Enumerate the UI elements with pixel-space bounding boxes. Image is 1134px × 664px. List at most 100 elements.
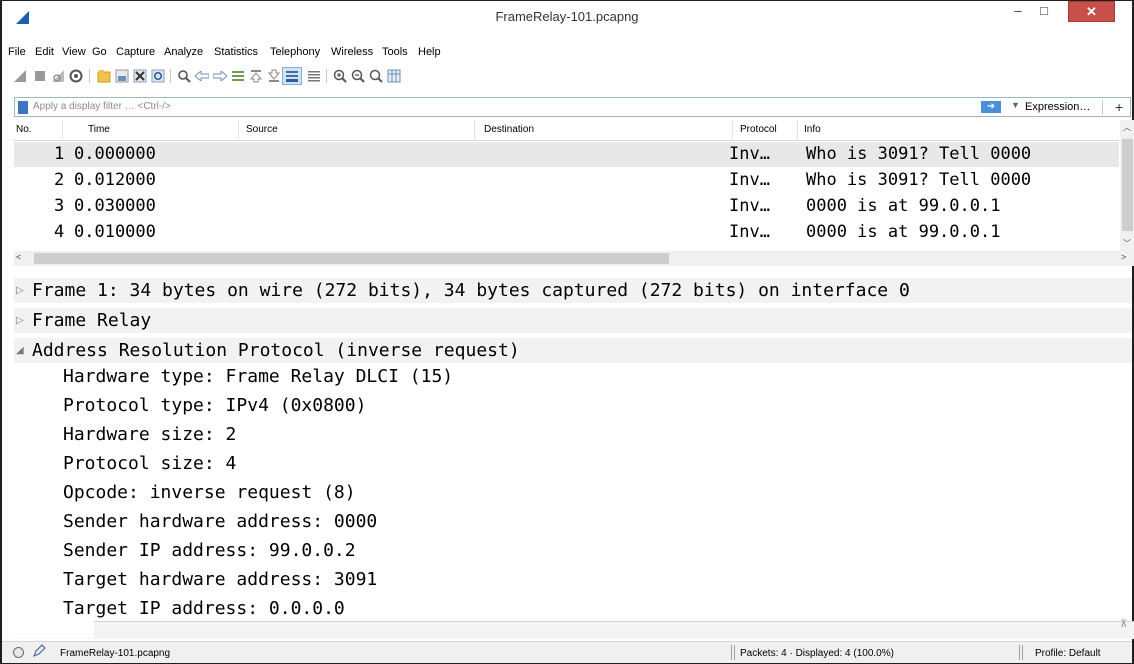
status-divider xyxy=(734,645,735,660)
menu-capture[interactable]: Capture xyxy=(116,46,155,58)
reload-file-icon[interactable] xyxy=(150,67,166,85)
profile-switcher[interactable]: Profile: Default xyxy=(1035,648,1101,659)
column-header-time[interactable]: Time xyxy=(88,124,110,135)
bookmark-icon[interactable] xyxy=(18,101,28,114)
menu-wireless[interactable]: Wireless xyxy=(331,46,373,58)
colorize-icon[interactable] xyxy=(306,67,322,85)
find-packet-icon[interactable] xyxy=(176,67,192,85)
filter-history-chevron-icon[interactable]: ▼ xyxy=(1011,100,1020,110)
tree-field[interactable]: Target hardware address: 3091 xyxy=(14,567,1132,592)
menu-view[interactable]: View xyxy=(62,46,86,58)
tree-item-arp[interactable]: ◢ Address Resolution Protocol (inverse r… xyxy=(14,338,1132,363)
menu-go[interactable]: Go xyxy=(92,46,107,58)
tree-field[interactable]: Target IP address: 0.0.0.0 xyxy=(14,596,1132,621)
column-divider[interactable] xyxy=(62,120,63,141)
expand-arrow-icon[interactable]: ▷ xyxy=(16,308,24,333)
minimize-button[interactable]: – xyxy=(1005,1,1031,22)
column-header-no[interactable]: No. xyxy=(16,124,32,135)
packet-details-tree: ▷ Frame 1: 34 bytes on wire (272 bits), … xyxy=(14,278,1134,621)
expand-arrow-icon[interactable]: ▷ xyxy=(16,278,24,303)
tree-field[interactable]: Protocol size: 4 xyxy=(14,451,1132,476)
tree-field[interactable]: Protocol type: IPv4 (0x0800) xyxy=(14,393,1132,418)
packet-row[interactable]: 4 0.010000 Inv… 0000 is at 99.0.0.1 xyxy=(14,220,1119,245)
restart-capture-icon[interactable] xyxy=(50,67,66,85)
field-protocol-type: Protocol type: IPv4 (0x0800) xyxy=(63,395,367,416)
tree-field[interactable]: Opcode: inverse request (8) xyxy=(14,480,1132,505)
field-sender-hardware-address: Sender hardware address: 0000 xyxy=(63,511,378,532)
menu-telephony[interactable]: Telephony xyxy=(270,46,320,58)
autoscroll-icon[interactable] xyxy=(282,67,302,85)
tree-item-frame-relay[interactable]: ▷ Frame Relay xyxy=(14,308,1132,333)
tree-field[interactable]: Sender hardware address: 0000 xyxy=(14,509,1132,534)
packet-protocol: Inv… xyxy=(729,222,770,242)
display-filter-input[interactable]: Apply a display filter … <Ctrl-/> xyxy=(33,101,171,112)
menu-statistics[interactable]: Statistics xyxy=(214,46,258,58)
close-button[interactable]: ✕ xyxy=(1068,1,1115,22)
column-divider[interactable] xyxy=(797,120,798,141)
go-forward-icon[interactable] xyxy=(212,67,228,85)
status-divider xyxy=(731,645,732,660)
column-divider[interactable] xyxy=(474,120,475,141)
horizontal-scroll-thumb[interactable] xyxy=(34,253,669,264)
packet-protocol: Inv… xyxy=(729,144,770,164)
zoom-out-icon[interactable] xyxy=(350,67,366,85)
stop-capture-icon[interactable] xyxy=(32,67,48,85)
save-file-icon[interactable] xyxy=(114,67,130,85)
column-header-destination[interactable]: Destination xyxy=(484,124,534,135)
field-hardware-type: Hardware type: Frame Relay DLCI (15) xyxy=(63,366,454,387)
field-hardware-size: Hardware size: 2 xyxy=(63,424,237,445)
packet-row[interactable]: 3 0.030000 Inv… 0000 is at 99.0.0.1 xyxy=(14,194,1119,219)
last-packet-icon[interactable] xyxy=(266,67,282,85)
menu-help[interactable]: Help xyxy=(418,46,441,58)
capture-options-icon[interactable] xyxy=(68,67,84,85)
open-file-icon[interactable] xyxy=(96,67,112,85)
capture-comment-icon[interactable] xyxy=(32,644,46,661)
collapse-arrow-icon[interactable]: ◢ xyxy=(16,338,24,363)
toolbar-separator xyxy=(89,69,90,83)
expression-button[interactable]: Expression… xyxy=(1025,101,1090,113)
packet-list-header: No. Time Source Destination Protocol Inf… xyxy=(14,120,1119,141)
maximize-button[interactable]: □ xyxy=(1031,1,1057,22)
packet-row[interactable]: 2 0.012000 Inv… Who is 3091? Tell 0000 xyxy=(14,168,1119,193)
scroll-down-chevron-icon[interactable]: ﹀ xyxy=(1123,238,1131,249)
start-capture-icon[interactable] xyxy=(12,67,28,85)
expert-info-icon[interactable] xyxy=(13,647,24,658)
add-filter-button[interactable]: + xyxy=(1115,99,1123,115)
normal-size-icon[interactable] xyxy=(368,67,384,85)
scroll-up-chevron-icon[interactable]: ︿ xyxy=(1123,122,1131,133)
resize-grip-icon[interactable]: ⊼ xyxy=(1120,619,1127,630)
column-header-info[interactable]: Info xyxy=(804,124,821,135)
column-divider[interactable] xyxy=(732,120,733,141)
menu-analyze[interactable]: Analyze xyxy=(164,46,203,58)
menu-tools[interactable]: Tools xyxy=(382,46,408,58)
field-sender-ip-address: Sender IP address: 99.0.0.2 xyxy=(63,540,356,561)
zoom-in-icon[interactable] xyxy=(332,67,348,85)
pane-splitter[interactable] xyxy=(2,269,1132,274)
go-back-icon[interactable] xyxy=(194,67,210,85)
column-header-source[interactable]: Source xyxy=(246,124,278,135)
bytes-pane-tab[interactable] xyxy=(14,621,94,638)
packet-bytes-pane[interactable] xyxy=(14,621,1134,639)
go-to-packet-icon[interactable] xyxy=(230,67,246,85)
close-file-icon[interactable] xyxy=(132,67,148,85)
tree-field[interactable]: Sender IP address: 99.0.0.2 xyxy=(14,538,1132,563)
status-bar: FrameRelay-101.pcapng Packets: 4 · Displ… xyxy=(2,641,1132,663)
title-bar: FrameRelay-101.pcapng – □ ✕ xyxy=(2,1,1132,34)
packet-row[interactable]: 1 0.000000 Inv… Who is 3091? Tell 0000 xyxy=(14,142,1119,167)
menu-edit[interactable]: Edit xyxy=(35,46,54,58)
toolbar-separator xyxy=(326,69,327,83)
menu-file[interactable]: File xyxy=(8,46,26,58)
resize-columns-icon[interactable] xyxy=(386,67,402,85)
scroll-left-chevron-icon[interactable]: < xyxy=(16,252,21,262)
column-header-protocol[interactable]: Protocol xyxy=(740,124,777,135)
tree-field[interactable]: Hardware type: Frame Relay DLCI (15) xyxy=(14,364,1132,389)
column-divider[interactable] xyxy=(238,120,239,141)
packet-list-horizontal-scrollbar[interactable]: < > xyxy=(14,251,1134,266)
vertical-scroll-thumb[interactable] xyxy=(1122,139,1133,231)
packet-protocol: Inv… xyxy=(729,196,770,216)
tree-field[interactable]: Hardware size: 2 xyxy=(14,422,1132,447)
scroll-right-chevron-icon[interactable]: > xyxy=(1121,252,1126,262)
apply-filter-arrow-icon[interactable]: ➜ xyxy=(981,101,1001,113)
first-packet-icon[interactable] xyxy=(248,67,264,85)
tree-item-frame[interactable]: ▷ Frame 1: 34 bytes on wire (272 bits), … xyxy=(14,278,1132,303)
